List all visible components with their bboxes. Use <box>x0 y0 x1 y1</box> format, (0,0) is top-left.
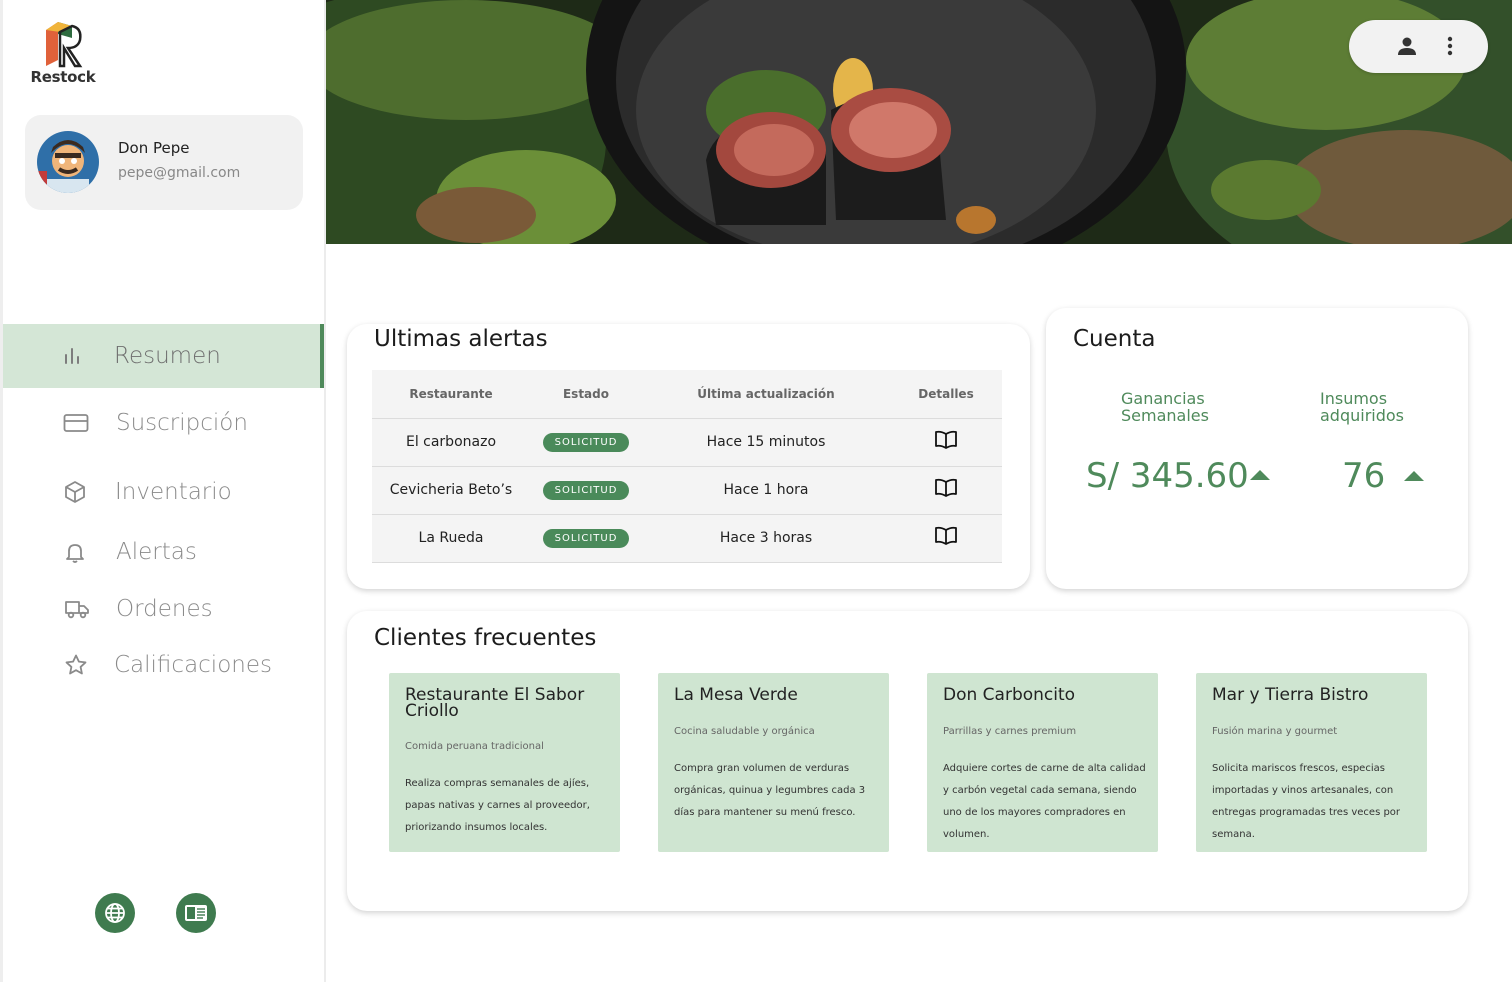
details-button[interactable] <box>934 478 958 498</box>
restaurant-cell: La Rueda <box>372 514 530 563</box>
client-description: Solicita mariscos frescos, especias impo… <box>1212 763 1401 840</box>
supplies-label: Insumos adquiridos <box>1320 390 1404 424</box>
user-icon <box>1398 37 1416 55</box>
restaurant-cell: El carbonazo <box>372 418 530 467</box>
client-subtitle: Fusión marina y gourmet <box>1212 726 1338 737</box>
app-logo-text: Restock <box>30 68 96 86</box>
more-options-button[interactable] <box>1436 32 1464 60</box>
updated-cell: Hace 1 hora <box>642 466 890 515</box>
sidebar-item-label: Calificaciones <box>114 652 272 678</box>
trend-up-icon <box>1250 470 1270 480</box>
client-description: Compra gran volumen de verduras orgánica… <box>674 763 866 818</box>
table-row: Cevicheria Beto’s SOLICITUD Hace 1 hora <box>372 466 1002 515</box>
hero-banner <box>326 0 1512 244</box>
earnings-label-line: Semanales <box>1121 406 1209 425</box>
book-icon <box>935 526 957 545</box>
star-icon <box>63 652 89 678</box>
profile-email: pepe@gmail.com <box>118 165 241 181</box>
book-icon <box>935 430 957 449</box>
sidebar-item-alertas[interactable]: Alertas <box>3 520 324 584</box>
supplies-label-line: adquiridos <box>1320 406 1405 425</box>
sidebar-item-label: Inventario <box>115 479 232 505</box>
sidebar-item-resumen[interactable]: Resumen <box>3 324 324 388</box>
globe-icon <box>105 903 125 923</box>
details-button[interactable] <box>934 526 958 546</box>
sidebar-item-inventario[interactable]: Inventario <box>3 460 324 524</box>
alerts-title: Ultimas alertas <box>374 326 548 352</box>
sidebar-item-label: Resumen <box>114 343 221 369</box>
account-title: Cuenta <box>1073 326 1156 352</box>
credit-card-icon <box>63 410 89 436</box>
profile-card[interactable]: Don Pepe pepe@gmail.com <box>25 115 303 210</box>
updated-cell: Hace 15 minutos <box>642 418 890 467</box>
client-name: Don Carboncito <box>943 685 1076 705</box>
client-description: Realiza compras semanales de ajíes, papa… <box>405 778 590 833</box>
language-button[interactable] <box>95 893 135 933</box>
earnings-label-line: Ganancias <box>1121 389 1205 408</box>
supplies-value: 76 <box>1342 456 1386 496</box>
truck-icon <box>64 596 90 622</box>
client-card[interactable]: Restaurante El Sabor Criollo Comida peru… <box>389 673 620 852</box>
client-name: Restaurante El Sabor Criollo <box>405 685 585 721</box>
column-header: Detalles <box>890 370 1002 419</box>
account-card: Cuenta Ganancias Semanales Insumos adqui… <box>1046 308 1468 589</box>
guide-button[interactable] <box>176 893 216 933</box>
restock-logo-icon <box>46 22 83 68</box>
table-row: El carbonazo SOLICITUD Hace 15 minutos <box>372 418 1002 467</box>
trend-up-icon <box>1404 471 1424 481</box>
app-logo[interactable]: Restock <box>27 18 99 86</box>
client-card[interactable]: Don Carboncito Parrillas y carnes premiu… <box>927 673 1158 852</box>
clients-title: Clientes frecuentes <box>374 625 597 651</box>
earnings-label: Ganancias Semanales <box>1121 390 1209 424</box>
sidebar-item-label: Alertas <box>116 539 197 565</box>
sidebar-item-label: Suscripción <box>116 410 248 436</box>
supplies-label-line: Insumos <box>1320 389 1388 408</box>
restaurant-cell: Cevicheria Beto’s <box>372 466 530 515</box>
alerts-card: Ultimas alertas Restaurante Estado Últim… <box>347 324 1030 589</box>
client-name: La Mesa Verde <box>674 685 798 705</box>
book-open-icon <box>185 905 207 921</box>
book-icon <box>935 478 957 497</box>
column-header: Restaurante <box>372 370 530 419</box>
account-button[interactable] <box>1393 32 1421 60</box>
sidebar-item-label: Ordenes <box>116 596 213 622</box>
top-actions-pill <box>1349 20 1488 73</box>
earnings-value: S/ 345.60 <box>1086 456 1249 496</box>
bar-chart-icon <box>59 343 85 369</box>
clients-card: Clientes frecuentes Restaurante El Sabor… <box>347 611 1468 911</box>
status-badge: SOLICITUD <box>542 528 630 548</box>
column-header: Estado <box>530 370 642 419</box>
table-row: La Rueda SOLICITUD Hace 3 horas <box>372 514 1002 563</box>
sidebar-item-ordenes[interactable]: Ordenes <box>3 577 324 641</box>
table-header-row: Restaurante Estado Última actualización … <box>372 370 1002 419</box>
client-description: Adquiere cortes de carne de alta calidad… <box>943 763 1146 840</box>
status-badge: SOLICITUD <box>542 480 630 500</box>
box-icon <box>62 479 88 505</box>
alerts-table: Restaurante Estado Última actualización … <box>372 370 1002 563</box>
sidebar: Restock Don Pepe pepe@gmail.com Resumen <box>0 0 326 982</box>
client-name: Mar y Tierra Bistro <box>1212 685 1369 705</box>
sidebar-item-calificaciones[interactable]: Calificaciones <box>3 633 324 697</box>
sidebar-item-suscripcion[interactable]: Suscripción <box>3 391 324 455</box>
client-subtitle: Cocina saludable y orgánica <box>674 726 815 737</box>
profile-name: Don Pepe <box>118 139 190 157</box>
client-card[interactable]: Mar y Tierra Bistro Fusión marina y gour… <box>1196 673 1427 852</box>
avatar <box>37 131 99 193</box>
more-vertical-icon <box>1447 36 1453 56</box>
client-subtitle: Comida peruana tradicional <box>405 741 544 752</box>
column-header: Última actualización <box>642 370 890 419</box>
updated-cell: Hace 3 horas <box>642 514 890 563</box>
client-card[interactable]: La Mesa Verde Cocina saludable y orgánic… <box>658 673 889 852</box>
hero-food-image <box>326 0 1512 244</box>
status-badge: SOLICITUD <box>542 432 630 452</box>
details-button[interactable] <box>934 430 958 450</box>
client-subtitle: Parrillas y carnes premium <box>943 726 1077 737</box>
bell-icon <box>62 539 88 565</box>
